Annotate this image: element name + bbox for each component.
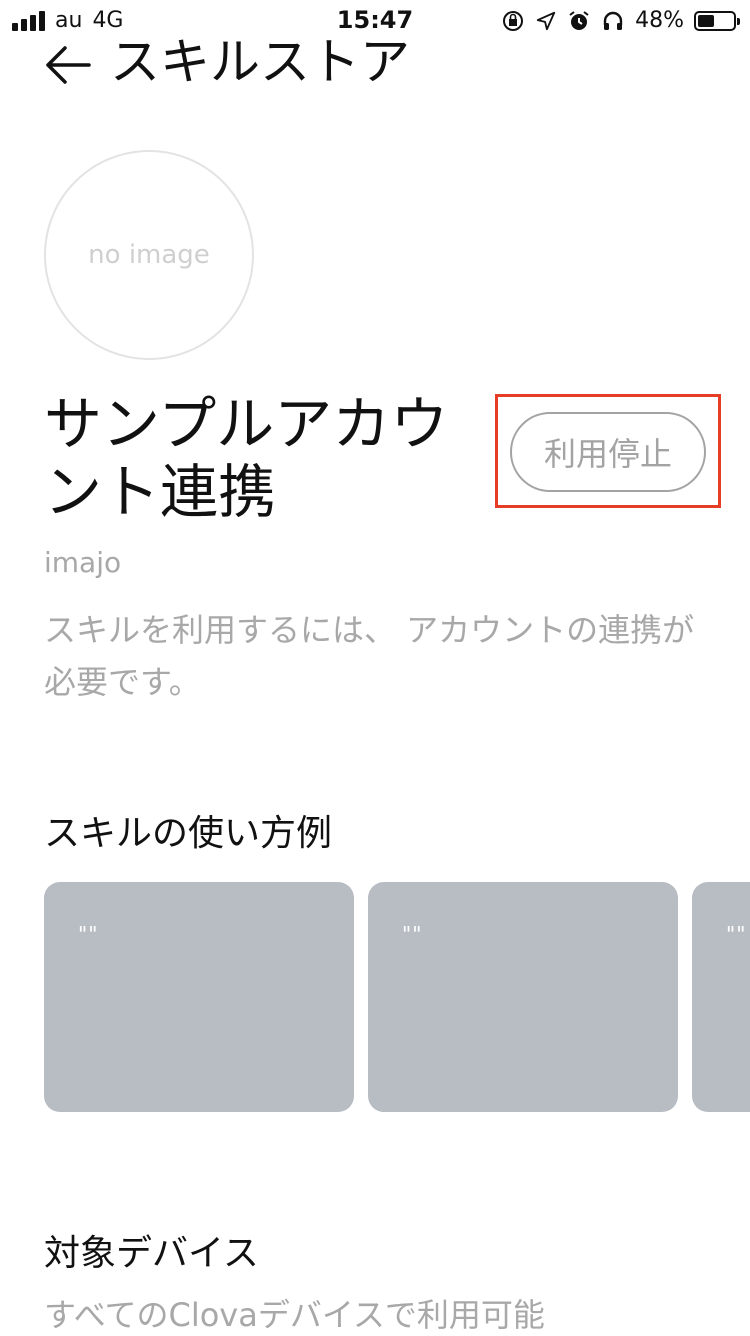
skill-title: サンプルアカウント連携 [44, 390, 449, 526]
devices-text: すべてのClovaデバイスで利用可能 [44, 1296, 545, 1334]
header: スキルストア [0, 30, 750, 94]
usage-card[interactable]: "" [368, 882, 678, 1112]
page-title: スキルストア [110, 33, 410, 91]
skill-author: imajo [44, 546, 122, 579]
rotation-lock-icon [503, 10, 524, 31]
skill-description: スキルを利用するには、 アカウントの連携が必要です。 [44, 611, 695, 701]
battery-icon [694, 10, 740, 31]
stop-use-button[interactable]: 利用停止 [510, 412, 706, 492]
usage-card[interactable]: "" [44, 882, 354, 1112]
no-image-label: no image [88, 240, 210, 270]
usage-card-text: "" [402, 922, 423, 946]
devices-section-title: 対象デバイス [44, 1233, 259, 1274]
skill-thumbnail: no image [44, 150, 254, 360]
usage-card[interactable]: "" [692, 882, 750, 1112]
usage-card-text: "" [78, 922, 99, 946]
usage-card-list[interactable]: "" "" "" [44, 882, 750, 1112]
usage-section-title: スキルの使い方例 [44, 813, 333, 854]
arrow-left-icon [46, 46, 91, 84]
location-arrow-icon [536, 11, 556, 30]
usage-card-text: "" [726, 922, 747, 946]
alarm-icon [569, 10, 589, 30]
headphones-icon [603, 11, 623, 30]
back-button[interactable] [40, 40, 96, 90]
